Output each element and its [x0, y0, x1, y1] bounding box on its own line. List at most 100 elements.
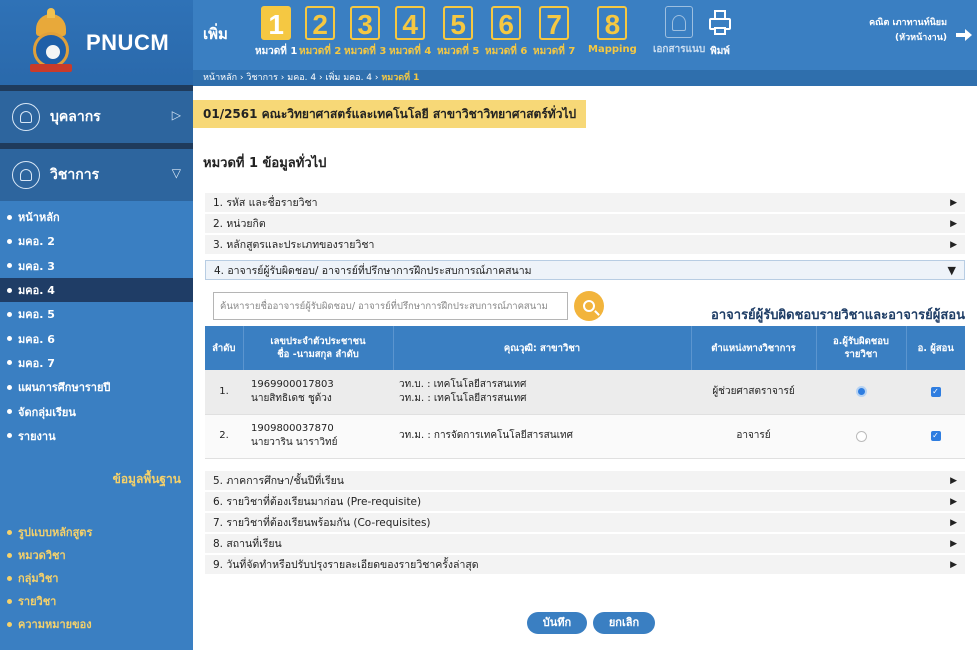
accordion-label: 6. รายวิชาที่ต้องเรียนมาก่อน (Pre-requis…: [213, 496, 422, 508]
qualification-line: วท.บ. : เทคโนโลยีสารสนเทศ: [399, 378, 527, 390]
category-label: หมวดที่ 5: [437, 46, 480, 57]
category-tab-2[interactable]: 2 หมวดที่ 2: [299, 6, 341, 59]
breadcrumb-item[interactable]: เพิ่ม มคอ. 4: [325, 73, 372, 83]
sidebar-menu-item[interactable]: มคอ. 6: [0, 326, 193, 350]
accordion-item[interactable]: 5. ภาคการศึกษา/ชั้นปีที่เรียน ▶: [205, 471, 965, 491]
accordion-item[interactable]: 1. รหัส และชื่อรายวิชา ▶: [205, 193, 965, 213]
sidebar-menu-item[interactable]: มคอ. 4: [0, 277, 193, 303]
column-header-id-name: เลขประจำตัวประชาชน ชื่อ -นามสกุล ลำดับ: [243, 326, 394, 370]
sidebar-menu-item[interactable]: รายงาน: [0, 424, 193, 448]
accordion-item[interactable]: 7. รายวิชาที่ต้องเรียนพร้อมกัน (Co-requi…: [205, 513, 965, 533]
save-button[interactable]: บันทึก: [527, 612, 587, 634]
category-number: 5: [443, 6, 474, 40]
accordion-label: 9. วันที่จัดทำหรือปรับปรุงรายละเอียดของร…: [213, 559, 479, 571]
sidebar-menu-item[interactable]: หน้าหลัก: [0, 205, 193, 229]
basic-data-item[interactable]: รูปแบบหลักสูตร: [0, 521, 193, 544]
category-tab-5[interactable]: 5 หมวดที่ 5: [437, 6, 479, 59]
printer-icon: [709, 10, 731, 36]
column-header-position: ตำแหน่งทางวิชาการ: [691, 326, 817, 370]
category-tab-7[interactable]: 7 หมวดที่ 7: [533, 6, 575, 59]
expand-triangle-icon: ▶: [950, 198, 957, 208]
qualification-line: วท.ม. : เทคโนโลยีสารสนเทศ: [399, 392, 527, 404]
column-header-name: ชื่อ -นามสกุล ลำดับ: [277, 349, 359, 360]
app-logo-text: PNUCM: [86, 29, 170, 55]
teacher-checkbox[interactable]: ✓: [930, 386, 941, 397]
sidebar-menu-item[interactable]: มคอ. 5: [0, 302, 193, 326]
basic-data-item[interactable]: หมวดวิชา: [0, 544, 193, 567]
attachment-button[interactable]: เอกสารแนบ: [653, 6, 705, 57]
search-icon: [583, 300, 595, 312]
accordion-item[interactable]: 2. หน่วยกิต ▶: [205, 214, 965, 234]
sidebar-section-people[interactable]: บุคลากร ▷: [0, 91, 193, 143]
bullet-icon: [7, 238, 12, 244]
sidebar-menu-item[interactable]: มคอ. 7: [0, 351, 193, 375]
responsible-radio[interactable]: [855, 430, 867, 442]
sidebar-menu-label: จัดกลุ่มเรียน: [18, 405, 76, 419]
attachment-icon: [665, 6, 694, 38]
teacher-search-input[interactable]: [214, 293, 567, 319]
category-label: Mapping: [588, 44, 637, 55]
cell-no: 2.: [205, 414, 243, 459]
cell-id-name: 1969900017803 นายสิทธิเดช ชูด้วง: [243, 370, 393, 415]
accordion-label: 3. หลักสูตรและประเภทของรายวิชา: [213, 239, 375, 251]
cell-qualification: วท.ม. : การจัดการเทคโนโลยีสารสนเทศ: [393, 414, 691, 459]
logout-arrow-icon: [956, 29, 972, 41]
teacher-checkbox[interactable]: ✓: [930, 431, 941, 441]
category-label: หมวดที่ 7: [533, 46, 576, 57]
accordion-label: 2. หน่วยกิต: [213, 218, 266, 230]
sidebar-menu-item[interactable]: จัดกลุ่มเรียน: [0, 399, 193, 423]
search-button[interactable]: [574, 291, 604, 321]
sidebar-section-academic[interactable]: วิชาการ ▽: [0, 149, 193, 201]
table-row: 2. 1909800037870 นายวาริน นาราวิทย์ วท.ม. :…: [205, 414, 965, 459]
print-button[interactable]: พิมพ์: [709, 6, 731, 59]
category-tab-6[interactable]: 6 หมวดที่ 6: [485, 6, 527, 59]
category-tab-8[interactable]: 8 Mapping: [588, 6, 637, 55]
bullet-icon: [7, 384, 12, 390]
page-title: หมวดที่ 1 ข้อมูลทั่วไป: [203, 156, 327, 171]
breadcrumb-item[interactable]: หน้าหลัก: [203, 73, 237, 83]
cell-position: ผู้ช่วยศาสตราจารย์: [691, 370, 816, 415]
breadcrumb: หน้าหลัก › วิชาการ › มคอ. 4 › เพิ่ม มคอ.…: [193, 70, 977, 86]
logout-button[interactable]: [951, 22, 977, 48]
basic-data-item[interactable]: ความหมายของ: [0, 613, 193, 636]
category-tab-3[interactable]: 3 หมวดที่ 3: [344, 6, 386, 59]
accordion-item[interactable]: 3. หลักสูตรและประเภทของรายวิชา ▶: [205, 235, 965, 255]
sidebar-menu-item[interactable]: มคอ. 2: [0, 229, 193, 253]
cell-qualification: วท.บ. : เทคโนโลยีสารสนเทศวท.ม. : เทคโนโล…: [393, 370, 691, 415]
category-tab-4[interactable]: 4 หมวดที่ 4: [389, 6, 431, 59]
collapse-arrow-icon: ▽: [171, 166, 181, 180]
responsible-radio[interactable]: [855, 386, 867, 398]
category-number: 4: [395, 6, 426, 40]
accordion-item-teachers[interactable]: 4. อาจารย์ผู้รับผิดชอบ/ อาจารย์ที่ปรึกษา…: [205, 260, 965, 280]
breadcrumb-separator: ›: [316, 73, 326, 83]
basic-data-item[interactable]: รายวิชา: [0, 590, 193, 613]
accordion-item[interactable]: 6. รายวิชาที่ต้องเรียนมาก่อน (Pre-requis…: [205, 492, 965, 512]
add-label: เพิ่ม: [203, 25, 228, 43]
bullet-icon: [7, 287, 12, 293]
cell-responsible: [816, 370, 906, 415]
accordion-item[interactable]: 9. วันที่จัดทำหรือปรับปรุงรายละเอียดของร…: [205, 555, 965, 575]
user-name: คณิต เภาทานท์นิยม: [869, 18, 947, 28]
cancel-button[interactable]: ยกเลิก: [593, 612, 655, 634]
search-box: [213, 292, 568, 320]
sidebar-menu-label: มคอ. 7: [18, 356, 55, 370]
document-icon: [12, 161, 40, 189]
sidebar-menu-item[interactable]: มคอ. 3: [0, 254, 193, 278]
print-label: พิมพ์: [710, 46, 730, 57]
breadcrumb-item[interactable]: มคอ. 4: [287, 73, 316, 83]
accordion-item[interactable]: 8. สถานที่เรียน ▶: [205, 534, 965, 554]
column-header-responsible: อ.ผู้รับผิดชอบ รายวิชา: [816, 326, 907, 370]
category-number: 8: [597, 6, 628, 40]
bullet-icon: [7, 433, 12, 439]
bullet-icon: [7, 409, 12, 415]
category-tab-1[interactable]: 1 หมวดที่ 1: [255, 6, 297, 59]
breadcrumb-item[interactable]: วิชาการ: [246, 73, 278, 83]
basic-data-item[interactable]: กลุ่มวิชา: [0, 567, 193, 590]
collapse-triangle-icon: ▼: [947, 264, 956, 277]
top-toolbar: เพิ่ม 1 หมวดที่ 1 2 หมวดที่ 2 3 หมวดที่ 3 4 หมว…: [193, 0, 977, 70]
basic-data-label: ความหมายของ: [18, 618, 92, 632]
logo-area[interactable]: PNUCM: [0, 0, 193, 85]
sidebar-menu-item[interactable]: แผนการศึกษารายปี: [0, 375, 193, 399]
sidebar-menu-label: มคอ. 6: [18, 332, 55, 346]
cell-teacher: ✓: [906, 414, 965, 459]
